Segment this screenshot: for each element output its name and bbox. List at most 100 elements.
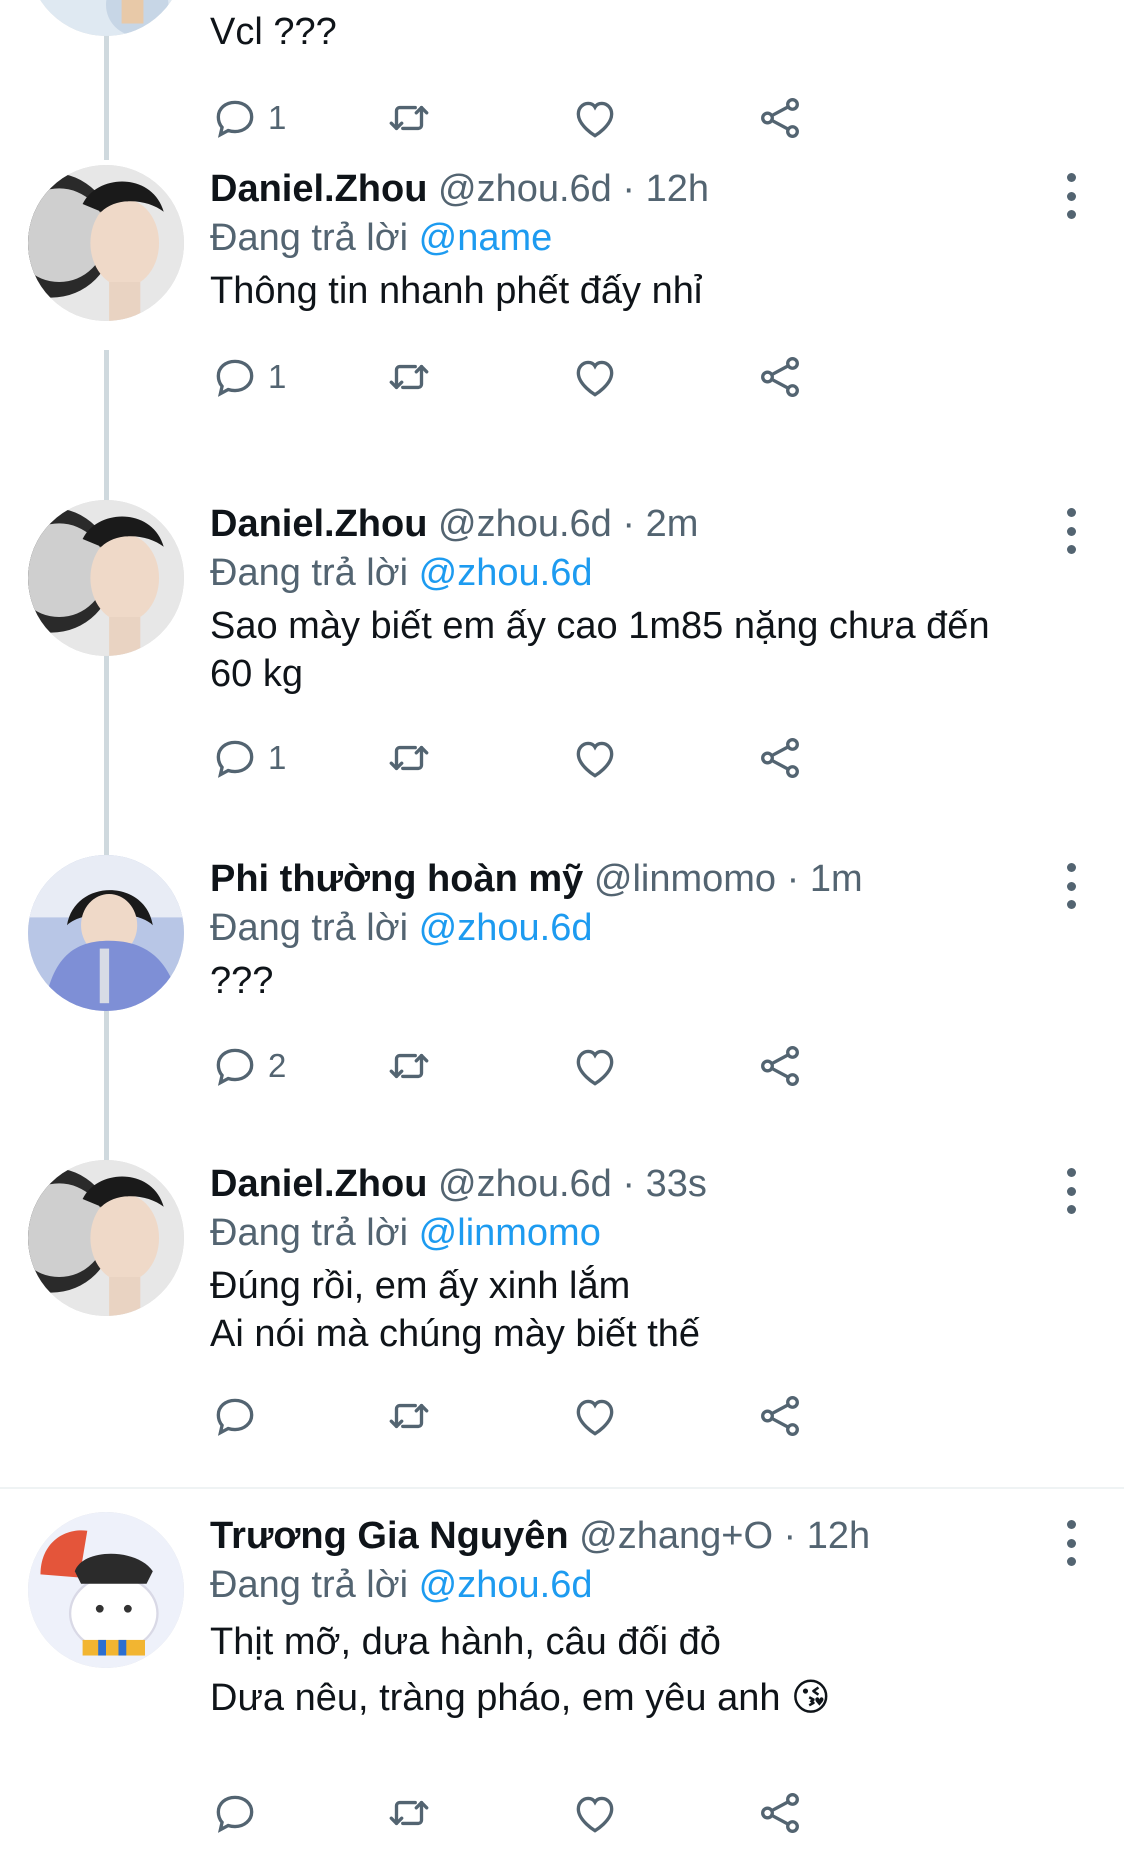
timestamp[interactable]: 1m [810, 858, 863, 900]
retweet-icon [389, 1403, 429, 1429]
thread-divider [0, 1487, 1124, 1489]
share-button[interactable] [755, 730, 805, 786]
tweet-text-line: Đúng rồi, em ấy xinh lắm [210, 1265, 631, 1307]
more-options-button[interactable] [1056, 1168, 1086, 1214]
retweet-icon [389, 105, 429, 131]
share-button[interactable] [755, 1388, 805, 1444]
more-options-button[interactable] [1056, 863, 1086, 909]
like-button[interactable] [570, 90, 620, 146]
mention-link[interactable]: @zhou.6d [419, 1564, 593, 1606]
reply-count: 1 [268, 358, 287, 395]
like-button[interactable] [570, 1785, 620, 1841]
share-button[interactable] [755, 349, 805, 405]
user-handle[interactable]: @zhang+O [579, 1515, 773, 1557]
retweet-button[interactable] [384, 349, 434, 405]
share-button[interactable] [755, 1785, 805, 1841]
comment-icon [216, 1795, 254, 1833]
timestamp[interactable]: 12h [807, 1515, 870, 1557]
comment-icon [216, 1048, 254, 1086]
avatar[interactable] [28, 0, 184, 36]
like-button[interactable] [570, 349, 620, 405]
tweet-content: Vcl ??? [210, 0, 1064, 56]
timestamp[interactable]: 2m [646, 503, 699, 545]
like-button[interactable] [570, 1388, 620, 1444]
replying-to-label: Đang trả lời [210, 1564, 419, 1606]
tweet-content: Phi thường hoàn mỹ @linmomo · 1m Đang tr… [210, 855, 1064, 1005]
replying-to: Đang trả lời @linmomo [210, 1208, 1064, 1258]
avatar[interactable] [28, 500, 184, 656]
mention-link[interactable]: @linmomo [419, 1212, 601, 1254]
timestamp[interactable]: 12h [646, 168, 709, 210]
comment-icon [216, 740, 254, 778]
tweet[interactable]: Daniel.Zhou @zhou.6d · 2m Đang trả lời @… [0, 500, 1124, 790]
retweet-button[interactable] [384, 730, 434, 786]
tweet[interactable]: Daniel.Zhou @zhou.6d · 33s Đang trả lời … [0, 1160, 1124, 1450]
retweet-icon [389, 1800, 429, 1826]
replying-to-label: Đang trả lời [210, 1212, 419, 1254]
retweet-button[interactable] [384, 1038, 434, 1094]
tweet-content: Daniel.Zhou @zhou.6d · 2m Đang trả lời @… [210, 500, 1064, 698]
reply-button[interactable] [210, 1785, 268, 1841]
separator-dot: · [611, 168, 646, 210]
mention-link[interactable]: @zhou.6d [419, 552, 593, 594]
display-name[interactable]: Daniel.Zhou [210, 168, 427, 210]
mention-link[interactable]: @name [419, 217, 553, 259]
display-name[interactable]: Daniel.Zhou [210, 1163, 427, 1205]
like-button[interactable] [570, 730, 620, 786]
more-options-button[interactable] [1056, 173, 1086, 219]
tweet-text-line: Sao mày biết em ấy cao 1m85 nặng chưa đế… [210, 605, 990, 647]
reply-button[interactable] [210, 1388, 268, 1444]
tweet-text-line: Vcl ??? [210, 11, 337, 53]
retweet-button[interactable] [384, 1785, 434, 1841]
share-button[interactable] [755, 1038, 805, 1094]
tweet-header: Phi thường hoàn mỹ @linmomo · 1m [210, 855, 1064, 903]
user-handle[interactable]: @zhou.6d [438, 503, 612, 545]
display-name[interactable]: Daniel.Zhou [210, 503, 427, 545]
mention-link[interactable]: @zhou.6d [419, 907, 593, 949]
avatar[interactable] [28, 1160, 184, 1316]
like-button[interactable] [570, 1038, 620, 1094]
more-vertical-icon [1066, 173, 1076, 182]
share-icon [761, 1046, 799, 1087]
tweet-text: Thông tin nhanh phết đấy nhỉ [210, 267, 1064, 315]
tweet-content: Daniel.Zhou @zhou.6d · 12h Đang trả lời … [210, 165, 1064, 315]
display-name[interactable]: Phi thường hoàn mỹ [210, 858, 583, 900]
timestamp[interactable]: 33s [646, 1163, 707, 1205]
retweet-button[interactable] [384, 90, 434, 146]
share-icon [761, 357, 799, 398]
reply-button[interactable]: 1 [210, 730, 286, 786]
tweet-text-line: Thông tin nhanh phết đấy nhỉ [210, 270, 703, 312]
retweet-icon [389, 364, 429, 390]
heart-icon [576, 101, 614, 138]
user-handle[interactable]: @zhou.6d [438, 1163, 612, 1205]
tweet[interactable]: Daniel.Zhou @zhou.6d · 12h Đang trả lời … [0, 165, 1124, 425]
tweet-header: Daniel.Zhou @zhou.6d · 12h [210, 165, 1064, 213]
tweet-content: Daniel.Zhou @zhou.6d · 33s Đang trả lời … [210, 1160, 1064, 1358]
avatar[interactable] [28, 855, 184, 1011]
more-options-button[interactable] [1056, 508, 1086, 554]
more-options-button[interactable] [1056, 1520, 1086, 1566]
avatar[interactable] [28, 165, 184, 321]
avatar[interactable] [28, 1512, 184, 1668]
replying-to: Đang trả lời @name [210, 213, 1064, 263]
share-icon [761, 738, 799, 779]
reply-button[interactable]: 2 [210, 1038, 286, 1094]
reply-button[interactable]: 1 [210, 90, 286, 146]
tweet-text: Thịt mỡ, dưa hành, câu đối đỏ Dưa nêu, t… [210, 1614, 1064, 1726]
reply-button[interactable]: 1 [210, 349, 286, 405]
separator-dot: · [776, 858, 810, 900]
more-vertical-icon [1066, 1520, 1076, 1529]
tweet[interactable]: Phi thường hoàn mỹ @linmomo · 1m Đang tr… [0, 855, 1124, 1115]
tweet-top[interactable]: Vcl ??? 1 [0, 0, 1124, 150]
user-handle[interactable]: @linmomo [594, 858, 776, 900]
heart-icon [576, 1049, 614, 1086]
retweet-button[interactable] [384, 1388, 434, 1444]
reply-count: 1 [268, 739, 287, 776]
replying-to: Đang trả lời @zhou.6d [210, 548, 1064, 598]
display-name[interactable]: Trương Gia Nguyên [210, 1515, 569, 1557]
comment-icon [216, 100, 254, 138]
heart-icon [576, 360, 614, 397]
share-button[interactable] [755, 90, 805, 146]
user-handle[interactable]: @zhou.6d [438, 168, 612, 210]
tweet[interactable]: Trương Gia Nguyên @zhang+O · 12h Đang tr… [0, 1512, 1124, 1853]
